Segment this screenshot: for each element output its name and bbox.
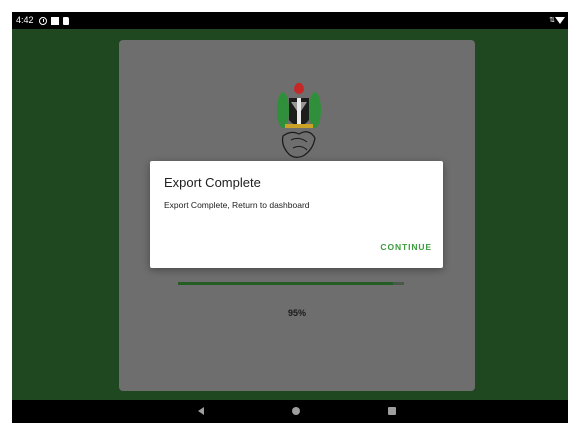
home-icon[interactable] [292,407,300,415]
wifi-icon [555,17,565,24]
navigation-bar [12,400,568,423]
export-complete-dialog: Export Complete Export Complete, Return … [150,161,443,268]
back-icon[interactable] [198,407,204,415]
coat-of-arms-logo [277,83,321,158]
sd-card-icon [63,16,69,25]
data-transfer-icon: ⇅ [549,17,555,24]
alarm-clock-icon [39,16,47,25]
status-icons-right: ⇅ [549,15,565,26]
dialog-message: Export Complete, Return to dashboard [164,200,310,210]
status-bar: 4:42 ⇅ [12,12,568,29]
continue-button[interactable]: CONTINUE [380,242,432,252]
status-time: 4:42 [16,15,34,25]
notification-square-icon [51,16,59,25]
export-progress-fill [178,282,393,285]
export-progress-bar [178,282,404,285]
recents-icon[interactable] [388,407,396,415]
status-icons-left [39,15,69,26]
device-screen: 4:42 ⇅ 95% Export Complete Export Comple… [12,12,568,423]
export-progress-label: 95% [287,308,306,318]
dialog-title: Export Complete [164,175,261,190]
